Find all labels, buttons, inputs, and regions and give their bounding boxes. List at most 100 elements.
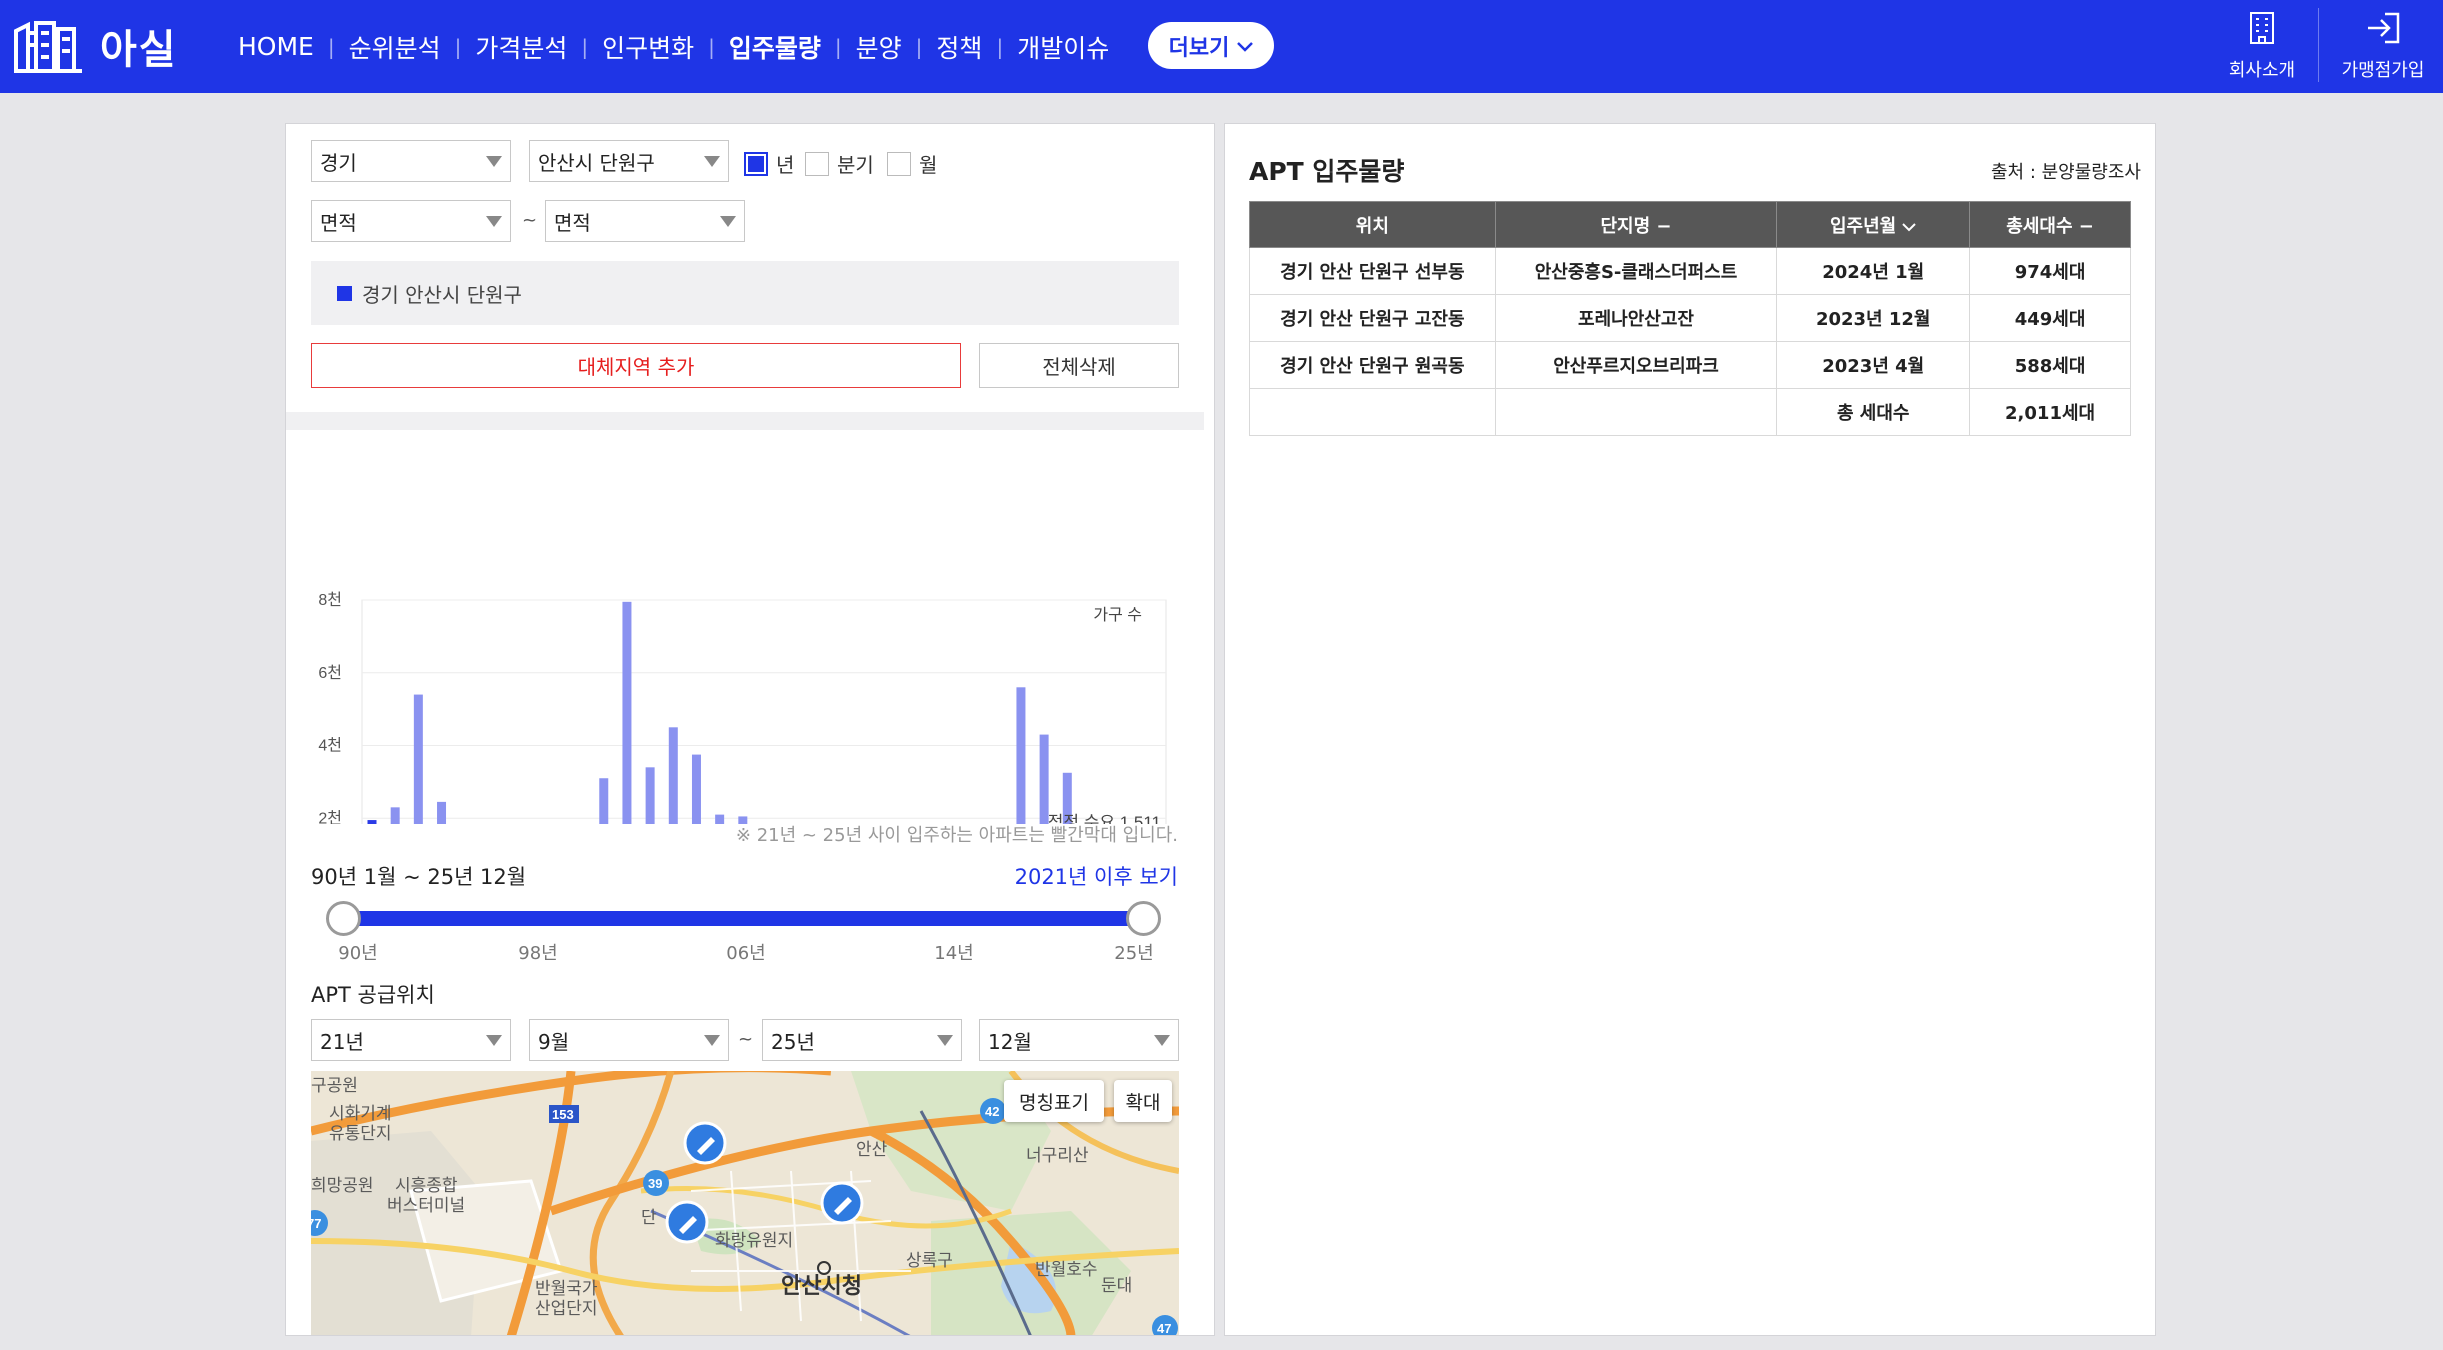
nav-divider: | — [915, 34, 923, 59]
chart-bar-2002 — [645, 767, 655, 824]
nav-supply[interactable]: 입주물량 — [729, 29, 821, 65]
period-year-label: 년 — [776, 153, 795, 177]
map-label: 희망공원 — [311, 1176, 374, 1195]
cell-empty — [1249, 388, 1496, 436]
cell-units: 588세대 — [1969, 341, 2131, 389]
nav-price[interactable]: 가격분석 — [475, 29, 567, 65]
period-slider-track[interactable] — [343, 911, 1143, 926]
supply-from-year-select[interactable]: 21년 — [311, 1019, 511, 1061]
building-logo-icon — [12, 19, 88, 73]
map-road-number: 153 — [552, 1107, 574, 1122]
period-quarter-checkbox[interactable]: 분기 — [805, 149, 874, 178]
supply-to-month-select[interactable]: 12월 — [979, 1019, 1179, 1061]
map-label: 반월국가 — [535, 1279, 598, 1298]
clear-all-button[interactable]: 전체삭제 — [979, 343, 1179, 388]
map-road-number: 77 — [311, 1216, 321, 1231]
area-from-select[interactable]: 면적 — [311, 200, 511, 242]
map-label: 산업단지 — [535, 1299, 598, 1318]
supply-from-year-value: 21년 — [320, 1029, 364, 1054]
region2-select[interactable]: 안산시 단원구 — [529, 140, 729, 182]
nav-policy[interactable]: 정책 — [936, 29, 982, 65]
supply-to-year-select[interactable]: 25년 — [762, 1019, 962, 1061]
chart-footnote: ※ 21년 ~ 25년 사이 입주하는 아파트는 빨간막대 입니다. — [735, 825, 1178, 846]
sign-in-icon — [2365, 11, 2401, 50]
apt-supply-panel: APT 입주물량 출처 : 분양물량조사 위치 단지명 − 입주년월 총세대수 … — [1224, 123, 2156, 1336]
nav-ranking[interactable]: 순위분석 — [349, 29, 441, 65]
slider-tick-label: 14년 — [934, 943, 974, 964]
checkbox-unchecked-icon — [887, 151, 911, 176]
slider-end-handle[interactable] — [1126, 901, 1161, 936]
cell-units: 449세대 — [1969, 294, 2131, 342]
slider-tick-label: 06년 — [726, 943, 766, 964]
chart-bar-2005 — [715, 814, 725, 824]
range-tilde: ~ — [522, 210, 538, 231]
supply-location-map[interactable]: 구공원 시화기계 유통단지 희망공원 시흥종합 버스터미널 안산 너구리산 화랑… — [311, 1071, 1179, 1335]
slider-start-handle[interactable] — [326, 901, 361, 936]
section-divider — [286, 412, 1204, 430]
region2-value: 안산시 단원구 — [538, 150, 655, 175]
map-label: 버스터미널 — [387, 1196, 465, 1215]
cell-location: 경기 안산 단원구 선부동 — [1249, 247, 1496, 295]
nav-divider: | — [581, 34, 589, 59]
join-link[interactable]: 가맹점가입 — [2330, 0, 2436, 93]
table-row[interactable]: 경기 안산 단원구 원곡동 안산푸르지오브리파크 2023년 4월 588세대 — [1249, 341, 2131, 389]
caret-down-icon — [937, 1035, 953, 1046]
logo[interactable]: 아실 — [12, 18, 178, 74]
period-year-checkbox[interactable]: 년 — [744, 149, 794, 178]
nav-home[interactable]: HOME — [238, 32, 314, 61]
table-row[interactable]: 경기 안산 단원구 선부동 안산중흥S-클래스더퍼스트 2024년 1월 974… — [1249, 247, 2131, 295]
more-label: 더보기 — [1168, 35, 1230, 61]
map-label: 시흥종합 — [395, 1176, 458, 1195]
selected-region-list: 경기 안산시 단원구 — [311, 261, 1179, 325]
more-button[interactable]: 더보기 — [1148, 22, 1274, 69]
chart-bar-2019 — [1039, 734, 1049, 824]
region1-select[interactable]: 경기 — [311, 140, 511, 182]
map-label: 상록구 — [906, 1251, 953, 1270]
chart-bar-1990 — [367, 820, 377, 824]
column-header-complex[interactable]: 단지명 − — [1494, 201, 1778, 248]
company-info-link[interactable]: 회사소개 — [2222, 0, 2302, 93]
table-row[interactable]: 경기 안산 단원구 고잔동 포레나안산고잔 2023년 12월 449세대 — [1249, 294, 2131, 342]
apt-supply-table: 위치 단지명 − 입주년월 총세대수 − 경기 안산 단원구 선부동 안산중흥S… — [1249, 201, 2131, 436]
y-tick-label: 4천 — [318, 737, 342, 755]
period-quarter-label: 분기 — [837, 153, 874, 177]
map-zoom-button[interactable]: 확대 — [1114, 1080, 1172, 1122]
chart-bar-2018 — [1016, 687, 1026, 824]
column-header-units[interactable]: 총세대수 − — [1969, 201, 2131, 248]
nav-divider: | — [454, 34, 462, 59]
header-divider — [2318, 8, 2319, 82]
period-month-checkbox[interactable]: 월 — [887, 149, 937, 178]
view-after-2021-link[interactable]: 2021년 이후 보기 — [1015, 861, 1178, 891]
chevron-down-icon — [1237, 33, 1254, 58]
cell-location: 경기 안산 단원구 원곡동 — [1249, 341, 1496, 389]
nav-divider: | — [834, 34, 842, 59]
chart-bar-1993 — [437, 801, 447, 824]
region1-value: 경기 — [320, 150, 357, 175]
nav-presale[interactable]: 분양 — [856, 29, 902, 65]
column-header-move-in[interactable]: 입주년월 — [1776, 201, 1971, 248]
slider-tick-label: 25년 — [1114, 943, 1154, 964]
area-to-select[interactable]: 면적 — [545, 200, 745, 242]
join-label: 가맹점가입 — [2341, 60, 2425, 81]
area-from-value: 면적 — [320, 210, 357, 235]
selected-region-label: 경기 안산시 단원구 — [362, 282, 522, 307]
logo-text: 아실 — [100, 27, 178, 73]
source-note: 출처 : 분양물량조사 — [1991, 162, 2141, 183]
nav-divider: | — [327, 34, 335, 59]
nav-divider: | — [708, 34, 715, 59]
nav-population[interactable]: 인구변화 — [602, 29, 694, 65]
slider-tick-label: 90년 — [338, 943, 378, 964]
chart-bar-2003 — [668, 727, 678, 824]
column-header-location[interactable]: 위치 — [1249, 201, 1496, 248]
map-label-toggle-button[interactable]: 명칭표기 — [1004, 1080, 1104, 1122]
range-tilde: ~ — [738, 1029, 754, 1050]
add-region-button[interactable]: 대체지역 추가 — [311, 343, 961, 388]
supply-to-year-value: 25년 — [771, 1029, 815, 1054]
total-row: 총 세대수 2,011세대 — [1249, 388, 2131, 436]
supply-from-month-select[interactable]: 9월 — [529, 1019, 729, 1061]
main-nav: HOME | 순위분석 | 가격분석 | 인구변화 | 입주물량 | 분양 | … — [238, 0, 1109, 93]
column-header-move-in-label: 입주년월 — [1829, 215, 1897, 237]
nav-development[interactable]: 개발이슈 — [1017, 29, 1109, 65]
y-tick-label: 8천 — [318, 591, 342, 609]
map-label: 유통단지 — [329, 1124, 392, 1143]
